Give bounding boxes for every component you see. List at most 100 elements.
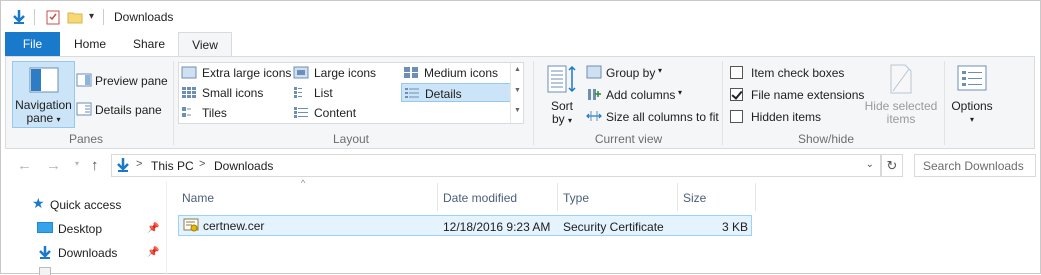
tab-share[interactable]: Share: [125, 32, 173, 57]
downloads-folder-icon: [117, 158, 129, 172]
column-header-date-modified[interactable]: Date modified: [443, 191, 517, 215]
file-size: 3 KB: [721, 220, 748, 234]
address-bar[interactable]: > This PC > Downloads ⌄: [111, 154, 881, 177]
current-view-group-label: Current view: [594, 132, 663, 146]
pin-icon[interactable]: 📌: [147, 247, 159, 258]
refresh-icon: ↻: [886, 158, 898, 173]
new-folder-icon[interactable]: [67, 9, 83, 25]
layout-content[interactable]: Content: [291, 103, 401, 122]
tab-view[interactable]: View: [178, 32, 232, 58]
layout-large-icons[interactable]: Large icons: [291, 63, 401, 82]
refresh-button[interactable]: ↻: [881, 154, 903, 177]
sort-ascending-icon: ^: [301, 178, 306, 188]
column-divider[interactable]: [437, 183, 438, 211]
column-header-name[interactable]: Name: [182, 191, 214, 215]
search-placeholder: Search Downloads: [923, 159, 1024, 173]
forward-arrow-icon[interactable]: →: [46, 157, 61, 174]
file-date: 12/18/2016 9:23 AM: [443, 220, 551, 234]
details-pane-label: Details pane: [95, 103, 162, 117]
layout-list[interactable]: List: [291, 83, 401, 102]
tab-file[interactable]: File: [5, 32, 60, 57]
layout-extra-large-icons[interactable]: Extra large icons: [179, 63, 291, 82]
scroll-down-icon[interactable]: ▼: [514, 87, 521, 94]
navigation-pane-button[interactable]: Navigation pane ▾: [12, 61, 75, 128]
column-header-type[interactable]: Type: [563, 191, 589, 215]
layout-medium-icons[interactable]: Medium icons: [401, 63, 511, 82]
title-bar: ▾ Downloads: [1, 1, 1040, 32]
sort-by-button[interactable]: Sort by ▾: [544, 63, 580, 128]
tab-home[interactable]: Home: [67, 32, 113, 57]
panes-group-label: Panes: [68, 132, 104, 146]
layout-option-label: List: [314, 86, 333, 100]
dropdown-arrow-icon: ▾: [678, 88, 683, 97]
scroll-up-icon[interactable]: ▲: [514, 66, 521, 73]
downloads-icon: [39, 246, 51, 259]
column-header-size[interactable]: Size: [683, 191, 706, 215]
gallery-expand-icon[interactable]: ▼: [514, 107, 521, 114]
layout-option-label: Content: [314, 106, 357, 120]
properties-icon[interactable]: [45, 9, 61, 25]
sort-by-label-2: by: [551, 112, 565, 126]
add-columns-icon: [588, 89, 601, 100]
layout-gallery-scroll[interactable]: ▲ ▼ ▼: [510, 63, 523, 123]
address-dropdown-icon[interactable]: ⌄: [866, 159, 874, 170]
options-icon: [957, 65, 987, 91]
nav-item-label: Downloads: [58, 246, 118, 260]
extra-large-icons-icon: [181, 66, 197, 79]
list-icon: [294, 87, 302, 98]
dropdown-arrow-icon: ▾: [568, 116, 573, 125]
item-check-boxes-checkbox[interactable]: [730, 66, 743, 79]
customize-toolbar-icon[interactable]: ▾: [89, 11, 94, 22]
layout-small-icons[interactable]: Small icons: [179, 83, 291, 102]
group-by-icon: [586, 65, 602, 79]
details-icon: [405, 88, 419, 98]
medium-icons-icon: [404, 67, 418, 78]
hidden-items-checkbox[interactable]: [730, 110, 743, 123]
add-columns-label: Add columns: [606, 88, 676, 102]
search-input[interactable]: Search Downloads: [914, 154, 1036, 177]
pin-icon[interactable]: 📌: [147, 223, 159, 234]
breadcrumb-separator-icon[interactable]: >: [199, 158, 205, 170]
layout-option-label: Medium icons: [424, 66, 499, 80]
back-arrow-icon[interactable]: ←: [17, 157, 32, 174]
group-separator: [944, 61, 945, 145]
up-arrow-icon[interactable]: ↑: [91, 157, 99, 174]
file-row[interactable]: certnew.cer 12/18/2016 9:23 AM Security …: [178, 215, 752, 236]
breadcrumb-separator-icon[interactable]: >: [136, 158, 142, 170]
content-icon: [294, 107, 308, 118]
divider: [103, 9, 104, 25]
divider: [34, 9, 35, 25]
column-divider[interactable]: [677, 183, 678, 211]
layout-option-label: Small icons: [202, 86, 264, 100]
column-divider[interactable]: [755, 183, 756, 211]
layout-tiles[interactable]: Tiles: [179, 103, 291, 122]
file-type: Security Certificate: [563, 220, 664, 234]
breadcrumb-this-pc[interactable]: This PC: [151, 159, 194, 173]
file-name-extensions-label: File name extensions: [751, 88, 865, 102]
item-check-boxes-label: Item check boxes: [751, 66, 845, 80]
details-pane-icon: [76, 102, 92, 116]
small-icons-icon: [182, 87, 196, 98]
ribbon: Navigation pane ▾ Preview pane Details p…: [5, 56, 1035, 149]
group-separator: [533, 61, 534, 145]
layout-details[interactable]: Details: [401, 83, 511, 102]
group-separator: [173, 61, 174, 145]
recent-locations-icon[interactable]: ▾: [75, 159, 79, 168]
show-hide-group-label: Show/hide: [797, 132, 855, 146]
hide-selected-items-button[interactable]: Hide selected items: [863, 63, 939, 129]
nav-item-label: Quick access: [50, 198, 122, 212]
file-name-extensions-checkbox[interactable]: [730, 88, 743, 101]
column-divider[interactable]: [557, 183, 558, 211]
options-button[interactable]: Options ▾: [946, 63, 998, 129]
nav-pane-divider: [166, 181, 167, 275]
preview-pane-icon: [76, 73, 92, 87]
hidden-items-label: Hidden items: [751, 110, 822, 124]
breadcrumb-downloads[interactable]: Downloads: [214, 159, 273, 173]
downloads-arrow-icon[interactable]: [11, 9, 27, 25]
dropdown-arrow-icon: ▾: [969, 115, 974, 124]
window-title: Downloads: [114, 10, 174, 24]
group-separator: [722, 61, 723, 145]
hide-selected-label-2: items: [886, 112, 916, 126]
navigation-pane-icon: [29, 67, 59, 93]
layout-group-label: Layout: [332, 132, 370, 146]
